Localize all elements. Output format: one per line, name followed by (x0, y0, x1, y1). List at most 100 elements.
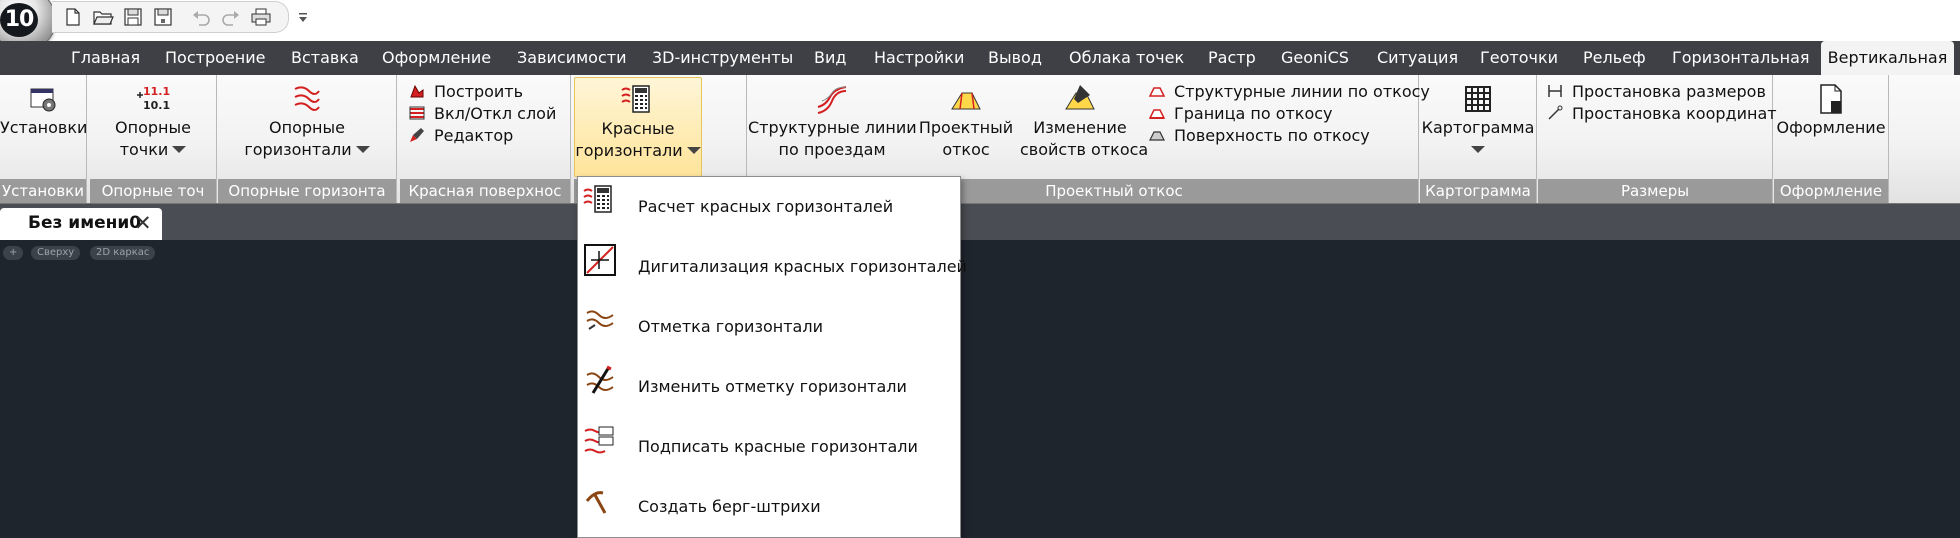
slope-lines-icon (1148, 82, 1166, 100)
menu-item-digitize-red-contours[interactable]: Дигитализация красных горизонталей (578, 237, 967, 297)
menu-item-calc-red-contours[interactable]: Расчет красных горизонталей (578, 177, 960, 237)
tab-constraints[interactable]: Зависимости (517, 41, 626, 75)
tab-situation[interactable]: Ситуация (1377, 41, 1458, 75)
place-coordinates-button[interactable]: Простановка координат (1546, 103, 1777, 125)
tab-horizontal[interactable]: Горизонтальная (1672, 41, 1810, 75)
formatting-button[interactable]: Оформление (1774, 77, 1888, 139)
new-file-icon[interactable] (62, 7, 84, 27)
drawing-viewport[interactable]: + Сверху 2D каркас (0, 240, 1960, 536)
tab-relief[interactable]: Рельеф (1583, 41, 1646, 75)
view-direction-chip[interactable]: Сверху (31, 246, 81, 260)
slope-boundary-button[interactable]: Граница по откосу (1148, 103, 1333, 125)
quick-access-toolbar: 10 (0, 0, 1960, 52)
structural-lines-icon (814, 81, 850, 117)
quick-access-buttons (52, 1, 289, 33)
tab-raster[interactable]: Растр (1208, 41, 1256, 75)
panel-cartogram: Картограмма Картограмма (1420, 75, 1537, 203)
tab-geopoints[interactable]: Геоточки (1480, 41, 1558, 75)
tab-insert[interactable]: Вставка (291, 41, 359, 75)
tab-home[interactable]: Главная (71, 41, 140, 75)
grid-icon (1460, 81, 1496, 117)
visual-style-chip[interactable]: 2D каркас (90, 246, 156, 260)
ribbon: Установки Установки 11.1 10.1 Опорные точ… (0, 75, 1960, 204)
settings-button[interactable]: Установки (0, 77, 87, 139)
dimension-icon (1546, 82, 1564, 100)
panel-title-red-surface: Красная поверхнос (400, 179, 570, 203)
slope-ticks-icon (583, 483, 617, 517)
menu-item-edit-contour-elevation[interactable]: Изменить отметку горизонтали (578, 357, 960, 417)
tab-output[interactable]: Вывод (988, 41, 1042, 75)
chevron-down-icon (1471, 146, 1485, 153)
red-contours-dropdown-menu: Расчет красных горизонталей Дигитализаци… (577, 176, 967, 538)
settings-gear-icon (25, 81, 61, 117)
panel-title-cartogram: Картограмма (1420, 179, 1536, 203)
panel-formatting: Оформление Оформление (1774, 75, 1889, 203)
panel-title-settings: Установки (0, 179, 86, 203)
tab-geonics[interactable]: GeoniCS (1281, 41, 1349, 75)
svg-text:11.1: 11.1 (143, 85, 170, 98)
redo-icon[interactable] (220, 7, 242, 27)
document-icon (1813, 81, 1849, 117)
edit-contour-elevation-icon (583, 363, 617, 397)
tab-settings[interactable]: Настройки (874, 41, 964, 75)
editor-button[interactable]: Редактор (408, 125, 513, 147)
reference-points-button[interactable]: 11.1 10.1 Опорные точки (90, 77, 216, 161)
document-tab-strip (0, 204, 1960, 240)
build-button[interactable]: Построить (408, 81, 523, 103)
reference-contours-button[interactable]: Опорные горизонтали (218, 77, 396, 161)
slope-properties-icon (1062, 81, 1098, 117)
menu-item-contour-elevation[interactable]: Отметка горизонтали (578, 297, 960, 357)
calc-red-contours-icon (583, 183, 617, 217)
edit-slope-properties-button[interactable]: Изменение свойств откоса (1020, 77, 1148, 161)
save-as-icon[interactable] (152, 7, 174, 27)
viewport-controls-chip[interactable]: + (3, 246, 24, 260)
toggle-layer-button[interactable]: Вкл/Откл слой (408, 103, 556, 125)
reference-contours-icon (289, 81, 325, 117)
red-contours-button[interactable]: Красные горизонтали (574, 77, 702, 177)
panel-dimensions: Простановка размеров Простановка координ… (1538, 75, 1777, 203)
svg-text:10.1: 10.1 (143, 99, 170, 112)
chevron-down-icon (172, 146, 187, 153)
undo-icon[interactable] (190, 7, 212, 27)
panel-title-reference-points: Опорные точ (90, 179, 216, 203)
close-icon[interactable]: ✕ (134, 213, 152, 234)
slope-surface-button[interactable]: Поверхность по откосу (1148, 125, 1370, 147)
place-dimensions-button[interactable]: Простановка размеров (1546, 81, 1766, 103)
layers-icon (408, 104, 426, 122)
tab-3d-tools[interactable]: 3D-инструменты (652, 41, 793, 75)
slope-structural-lines-button[interactable]: Структурные линии по откосу (1148, 81, 1430, 103)
contour-elevation-icon (583, 303, 617, 337)
chevron-down-icon (355, 146, 370, 153)
reference-points-icon: 11.1 10.1 (135, 81, 171, 117)
build-surface-icon (408, 82, 426, 100)
digitize-red-contours-icon (583, 243, 617, 277)
panel-reference-points: 11.1 10.1 Опорные точки Опорные точ (90, 75, 217, 203)
open-folder-icon[interactable] (92, 7, 114, 27)
ribbon-tab-bar: Главная Построение Вставка Оформление За… (0, 41, 1960, 76)
slope-boundary-icon (1148, 104, 1166, 122)
panel-title-dimensions: Размеры (1538, 179, 1772, 203)
design-slope-button[interactable]: Проектный откос (918, 77, 1014, 161)
document-tab[interactable]: Без имени0 ✕ (0, 208, 162, 240)
cartogram-button[interactable]: Картограмма (1420, 77, 1536, 161)
panel-reference-contours: Опорные горизонтали Опорные горизонта (218, 75, 397, 203)
menu-item-label-red-contours[interactable]: Подписать красные горизонтали (578, 417, 960, 477)
document-tab-label: Без имени0 (28, 213, 142, 233)
menu-item-slope-ticks[interactable]: Создать берг-штрихи (578, 477, 960, 537)
tab-annotate[interactable]: Оформление (382, 41, 491, 75)
label-red-contours-icon (583, 423, 617, 457)
tab-view[interactable]: Вид (814, 41, 846, 75)
print-icon[interactable] (250, 7, 272, 27)
tab-construction[interactable]: Построение (165, 41, 265, 75)
panel-title-formatting: Оформление (1774, 179, 1888, 203)
structural-lines-button[interactable]: Структурные линии по проездам (748, 77, 917, 161)
panel-title-reference-contours: Опорные горизонта (218, 179, 396, 203)
tab-vertical[interactable]: Вертикальная (1821, 41, 1954, 76)
panel-settings: Установки Установки (0, 75, 87, 203)
red-contours-calc-icon (620, 82, 656, 118)
tab-point-clouds[interactable]: Облака точек (1069, 41, 1184, 75)
chevron-down-icon (686, 147, 701, 154)
customize-dropdown-icon[interactable] (296, 7, 310, 29)
editor-pencil-icon (408, 126, 426, 144)
save-icon[interactable] (122, 7, 144, 27)
